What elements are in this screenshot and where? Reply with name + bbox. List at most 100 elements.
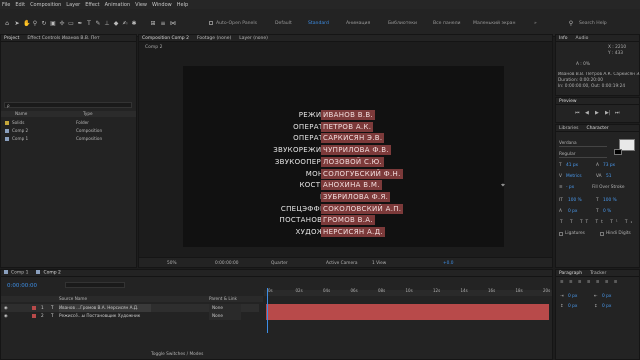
project-item-solids[interactable]: Solids Folder [5, 120, 133, 125]
selection-tool-icon[interactable]: ➤ [14, 21, 20, 27]
project-item-comp1[interactable]: Comp 1 Composition [5, 136, 133, 141]
baseline-value[interactable]: 0 px [568, 209, 577, 214]
graph-icon[interactable]: ⋈ [170, 21, 176, 27]
tab-libraries[interactable]: Libraries [559, 126, 578, 131]
breadcrumb[interactable]: Comp 2 [145, 45, 162, 50]
menu-file[interactable]: File [2, 2, 10, 8]
resolution-select[interactable]: Quarter [271, 261, 288, 266]
composition-canvas[interactable]: РЕЖИССЁР ИВАНОВ В.В. ОПЕРАТОР 1 ПЕТРОВ А.К.… [183, 66, 504, 247]
tab-composition[interactable]: Composition Comp 2 [142, 36, 189, 41]
space-before-value[interactable]: 0 px [568, 304, 577, 309]
tab-tracker[interactable]: Tracker [590, 271, 606, 276]
clone-stamp-tool-icon[interactable]: ⊥ [104, 21, 110, 27]
tab-preview[interactable]: Preview [559, 99, 577, 104]
next-frame-icon[interactable]: ▶| [605, 110, 611, 116]
exposure-value[interactable]: +0.0 [443, 261, 453, 266]
prev-frame-icon[interactable]: ◀ [585, 110, 589, 116]
align-icon[interactable]: ≡ [160, 21, 166, 27]
menu-layer[interactable]: Layer [66, 2, 80, 8]
camera-tool-icon[interactable]: ▣ [50, 21, 56, 27]
layer-1-duration-bar[interactable] [266, 304, 549, 312]
project-item-comp2[interactable]: Comp 2 Composition [5, 128, 133, 133]
indent-right-value[interactable]: 0 px [602, 294, 611, 299]
type-tool-icon[interactable]: T [86, 21, 92, 27]
layer-name[interactable]: Режиссё...ы Постановщик Художник [59, 312, 151, 320]
paragraph-align-buttons[interactable]: ≡ ≡ ≡ ≡ ≡ ≡ ≡ [560, 280, 619, 285]
font-size-value[interactable]: 41 px [566, 163, 578, 168]
first-frame-icon[interactable]: ⏮ [575, 110, 580, 116]
parent-select[interactable]: None [209, 304, 241, 312]
last-frame-icon[interactable]: ⏭ [615, 110, 620, 116]
auto-open-panels-checkbox[interactable] [209, 21, 213, 25]
menu-composition[interactable]: Composition [30, 2, 61, 8]
project-search-input[interactable]: ρ [4, 102, 132, 108]
eraser-tool-icon[interactable]: ◆ [113, 21, 119, 27]
tab-layer[interactable]: Layer (none) [239, 36, 268, 41]
tab-info[interactable]: Info [559, 36, 568, 41]
toggle-switches-modes[interactable]: Toggle Switches / Modes [151, 352, 203, 357]
snapping-icon[interactable]: ⊞ [150, 21, 156, 27]
view-select[interactable]: 1 View [372, 261, 386, 266]
workspace-animation[interactable]: Анимация [346, 21, 370, 26]
horizontal-scale-value[interactable]: 100 % [603, 198, 617, 203]
menu-help[interactable]: Help [177, 2, 188, 8]
roto-brush-tool-icon[interactable]: ✍ [122, 21, 128, 27]
tab-audio[interactable]: Audio [576, 36, 589, 41]
workspace-standard[interactable]: Standard [308, 21, 329, 26]
menu-effect[interactable]: Effect [85, 2, 99, 8]
workspace-more-icon[interactable]: » [534, 21, 537, 26]
tsume-value[interactable]: 0 % [603, 209, 611, 214]
workspace-all-panels[interactable]: Все панели [433, 21, 461, 26]
tab-effect-controls[interactable]: Effect Controls Иванов В.В. Пет [27, 36, 99, 41]
layer-label-color[interactable] [32, 314, 36, 318]
vertical-scale-value[interactable]: 100 % [568, 198, 582, 203]
text-style-buttons[interactable]: T T TT Tt T¹ T₁ [560, 220, 635, 225]
kerning-value[interactable]: Metrics [566, 174, 582, 179]
visibility-icon[interactable]: ◉ [4, 312, 8, 320]
space-after-value[interactable]: 0 px [602, 304, 611, 309]
zoom-tool-icon[interactable]: ⚲ [32, 21, 38, 27]
timeline-layer-row[interactable]: ◉ 1 T Иванов ...Громов В.А. Нерсисян А.Д… [1, 304, 259, 312]
time-ruler[interactable]: 0s 02s 04s 06s 08s 10s 12s 14s 16s 18s 20s [264, 288, 552, 296]
zoom-select[interactable]: 50% [167, 261, 177, 266]
layer-2-duration-bar[interactable] [266, 312, 549, 320]
playhead[interactable] [267, 288, 268, 333]
ligatures-checkbox[interactable] [559, 232, 563, 236]
search-icon[interactable]: ⚲ [568, 21, 574, 27]
tab-comp2[interactable]: Comp 2 [36, 270, 61, 276]
column-parent[interactable]: Parent & Link [209, 296, 237, 301]
menu-animation[interactable]: Animation [105, 2, 131, 8]
puppet-tool-icon[interactable]: ✱ [131, 21, 137, 27]
tracking-value[interactable]: 51 [606, 174, 611, 179]
rotate-tool-icon[interactable]: ↻ [41, 21, 47, 27]
workspace-libraries[interactable]: Библиотеки [388, 21, 417, 26]
rectangle-tool-icon[interactable]: ▭ [68, 21, 74, 27]
pan-behind-tool-icon[interactable]: ✢ [59, 21, 65, 27]
timeline-timecode[interactable]: 0:00:00:00 [7, 283, 37, 289]
brush-tool-icon[interactable]: ✎ [95, 21, 101, 27]
hindi-digits-checkbox[interactable] [600, 232, 604, 236]
font-style-select[interactable]: Regular [559, 152, 607, 158]
tab-comp1[interactable]: Comp 1 [4, 270, 28, 276]
home-icon[interactable]: ⌂ [4, 21, 10, 27]
menu-view[interactable]: View [135, 2, 147, 8]
hand-tool-icon[interactable]: ✋ [23, 21, 30, 27]
font-family-select[interactable]: Verdana [559, 141, 607, 147]
column-type[interactable]: Type [83, 111, 93, 116]
camera-select[interactable]: Active Camera [326, 261, 358, 266]
column-source-name[interactable]: Source Name [59, 296, 87, 301]
leading-value[interactable]: 73 px [603, 163, 615, 168]
tab-project[interactable]: Project [4, 36, 19, 41]
search-help-input[interactable]: Search Help [579, 21, 607, 26]
tab-character[interactable]: Character [586, 126, 608, 131]
play-icon[interactable]: ▶ [595, 110, 599, 116]
menu-edit[interactable]: Edit [15, 2, 25, 8]
column-name[interactable]: Name [15, 111, 27, 116]
viewer-timecode[interactable]: 0:00:00:00 [215, 261, 238, 266]
workspace-default[interactable]: Default [275, 21, 292, 26]
stroke-type-select[interactable]: Fill Over Stroke [592, 185, 625, 190]
visibility-icon[interactable]: ◉ [4, 304, 8, 312]
pen-tool-icon[interactable]: ✒ [77, 21, 83, 27]
parent-select[interactable]: None [209, 312, 241, 320]
timeline-search-input[interactable] [65, 282, 125, 288]
